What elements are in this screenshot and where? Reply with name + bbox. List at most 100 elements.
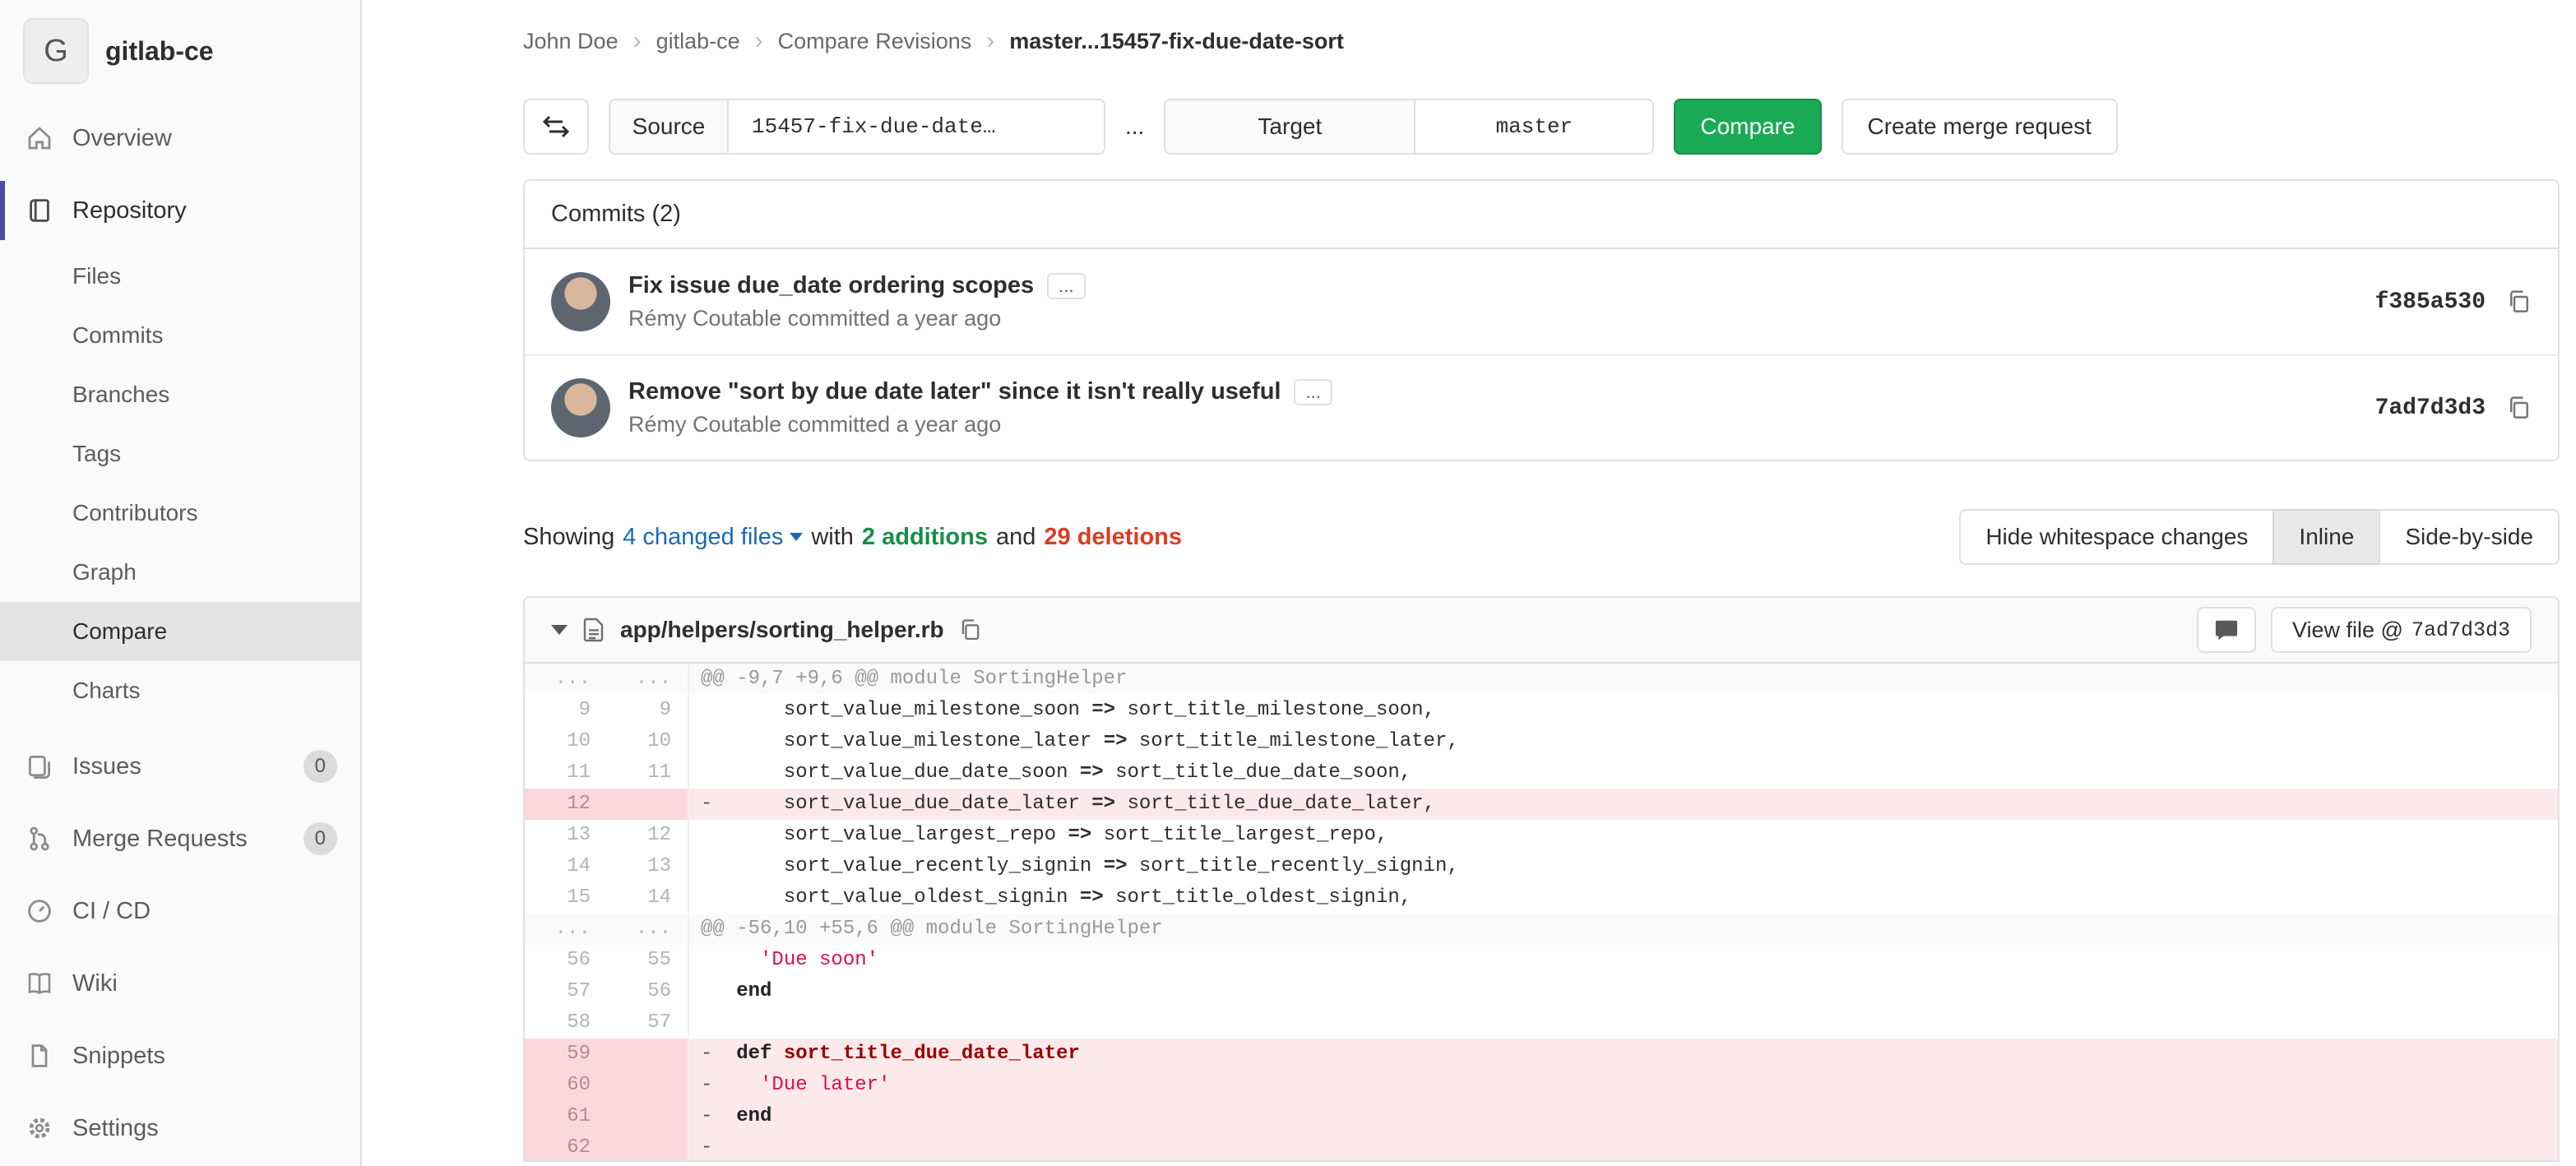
old-line-number[interactable]: 14 <box>525 851 607 882</box>
copy-file-path-icon[interactable] <box>959 618 982 641</box>
revision-range-dots: ... <box>1125 113 1144 140</box>
diff-file-path[interactable]: app/helpers/sorting_helper.rb <box>620 617 944 643</box>
old-line-number[interactable]: 59 <box>525 1039 607 1070</box>
new-line-number[interactable]: 14 <box>607 882 689 914</box>
swap-revisions-button[interactable] <box>523 99 589 155</box>
project-header[interactable]: G gitlab-ce <box>0 0 360 102</box>
sidebar-item-repository[interactable]: Repository <box>0 174 360 247</box>
sidebar-item-label: Wiki <box>72 970 118 997</box>
sidebar-item-files[interactable]: Files <box>0 247 360 306</box>
issues-icon <box>26 753 53 780</box>
old-line-number[interactable]: 57 <box>525 976 607 1007</box>
sidebar-item-label: Settings <box>72 1115 159 1142</box>
hide-whitespace-button[interactable]: Hide whitespace changes <box>1959 509 2274 565</box>
old-line-number[interactable]: 15 <box>525 882 607 914</box>
sidebar-item-branches[interactable]: Branches <box>0 365 360 424</box>
sidebar-item-label: Graph <box>72 559 137 585</box>
new-line-number[interactable]: ... <box>607 914 689 945</box>
with-label: with <box>811 524 854 551</box>
new-line-number[interactable]: 13 <box>607 851 689 882</box>
copy-sha-icon[interactable] <box>2507 289 2532 314</box>
view-file-button[interactable]: View file @ 7ad7d3d3 <box>2271 607 2532 653</box>
old-line-number[interactable]: 9 <box>525 695 607 726</box>
sidebar-item-label: Snippets <box>72 1043 165 1070</box>
sidebar-item-settings[interactable]: Settings <box>0 1092 360 1164</box>
changed-files-dropdown[interactable]: 4 changed files <box>623 524 803 551</box>
sidebar-item-overview[interactable]: Overview <box>0 102 360 174</box>
toggle-comments-button[interactable] <box>2197 607 2256 653</box>
side-by-side-view-button[interactable]: Side-by-side <box>2379 509 2560 565</box>
new-line-number[interactable] <box>607 1039 689 1070</box>
commit-author-avatar[interactable] <box>551 272 610 331</box>
commit-author-avatar[interactable] <box>551 378 610 437</box>
commit-sha[interactable]: 7ad7d3d3 <box>2375 396 2486 421</box>
new-line-number[interactable]: 55 <box>607 945 689 976</box>
compare-button[interactable]: Compare <box>1674 99 1821 155</box>
and-label: and <box>996 524 1035 551</box>
old-line-number[interactable]: 61 <box>525 1101 607 1132</box>
commit-sha[interactable]: f385a530 <box>2375 289 2486 315</box>
sidebar-item-issues[interactable]: Issues 0 <box>0 730 360 803</box>
commit-description-toggle-button[interactable]: ... <box>1047 273 1085 299</box>
sidebar-nav: Overview Repository Files Commits Branch… <box>0 102 360 1164</box>
diff-row-ctx: 5857 <box>525 1007 2558 1039</box>
old-line-number[interactable]: 56 <box>525 945 607 976</box>
old-line-number[interactable]: 12 <box>525 789 607 820</box>
source-branch-dropdown[interactable]: 15457-fix-due-date… <box>729 100 1104 153</box>
old-line-number[interactable]: 10 <box>525 726 607 757</box>
new-line-number[interactable]: 56 <box>607 976 689 1007</box>
commit-title[interactable]: Fix issue due_date ordering scopes <box>628 272 1034 299</box>
breadcrumb-project[interactable]: gitlab-ce <box>656 29 740 54</box>
diff-code-line: sort_value_due_date_soon => sort_title_d… <box>689 757 2558 789</box>
new-line-number[interactable]: ... <box>607 664 689 695</box>
diff-code-line: - <box>689 1132 2558 1162</box>
diff-code-line: sort_value_milestone_later => sort_title… <box>689 726 2558 757</box>
new-line-number[interactable]: 11 <box>607 757 689 789</box>
diff-code-line: 'Due soon' <box>689 945 2558 976</box>
copy-sha-icon[interactable] <box>2507 396 2532 420</box>
sidebar-item-commits[interactable]: Commits <box>0 306 360 365</box>
sidebar-item-merge-requests[interactable]: Merge Requests 0 <box>0 803 360 875</box>
chevron-right-icon <box>633 29 642 53</box>
chevron-down-icon <box>790 533 803 541</box>
sidebar-item-snippets[interactable]: Snippets <box>0 1020 360 1092</box>
breadcrumb: John Doe gitlab-ce Compare Revisions mas… <box>523 0 2560 61</box>
old-line-number[interactable]: ... <box>525 664 607 695</box>
commit-title[interactable]: Remove "sort by due date later" since it… <box>628 378 1281 405</box>
sidebar-item-graph[interactable]: Graph <box>0 543 360 602</box>
target-branch-dropdown[interactable]: master <box>1415 100 1652 153</box>
sidebar-item-charts[interactable]: Charts <box>0 661 360 720</box>
old-line-number[interactable]: 60 <box>525 1070 607 1101</box>
commit-description-toggle-button[interactable]: ... <box>1294 379 1332 405</box>
old-line-number[interactable]: 62 <box>525 1132 607 1162</box>
sidebar-item-label: Compare <box>72 618 167 645</box>
old-line-number[interactable]: 58 <box>525 1007 607 1039</box>
collapse-file-caret-icon[interactable] <box>551 625 568 635</box>
old-line-number[interactable]: 13 <box>525 820 607 851</box>
compare-form: Source 15457-fix-due-date… ... Target ma… <box>523 99 2560 155</box>
sidebar-item-wiki[interactable]: Wiki <box>0 947 360 1020</box>
create-merge-request-button[interactable]: Create merge request <box>1842 99 2118 155</box>
new-line-number[interactable] <box>607 1101 689 1132</box>
old-line-number[interactable]: ... <box>525 914 607 945</box>
showing-label: Showing <box>523 524 614 551</box>
diff-file-panel: app/helpers/sorting_helper.rb View file … <box>523 596 2560 1162</box>
sidebar-item-compare[interactable]: Compare <box>0 602 360 661</box>
inline-view-button[interactable]: Inline <box>2273 509 2380 565</box>
merge-requests-count-badge: 0 <box>303 822 337 855</box>
sidebar-item-tags[interactable]: Tags <box>0 424 360 484</box>
new-line-number[interactable] <box>607 1132 689 1162</box>
new-line-number[interactable] <box>607 789 689 820</box>
sidebar-item-ci-cd[interactable]: CI / CD <box>0 875 360 947</box>
breadcrumb-user[interactable]: John Doe <box>523 29 619 54</box>
breadcrumb-compare-revisions[interactable]: Compare Revisions <box>778 29 972 54</box>
new-line-number[interactable]: 10 <box>607 726 689 757</box>
sidebar-item-contributors[interactable]: Contributors <box>0 484 360 543</box>
diff-code-line: sort_value_recently_signin => sort_title… <box>689 851 2558 882</box>
old-line-number[interactable]: 11 <box>525 757 607 789</box>
diff-row-ctx: 99 sort_value_milestone_soon => sort_tit… <box>525 695 2558 726</box>
new-line-number[interactable]: 12 <box>607 820 689 851</box>
new-line-number[interactable]: 9 <box>607 695 689 726</box>
new-line-number[interactable]: 57 <box>607 1007 689 1039</box>
new-line-number[interactable] <box>607 1070 689 1101</box>
